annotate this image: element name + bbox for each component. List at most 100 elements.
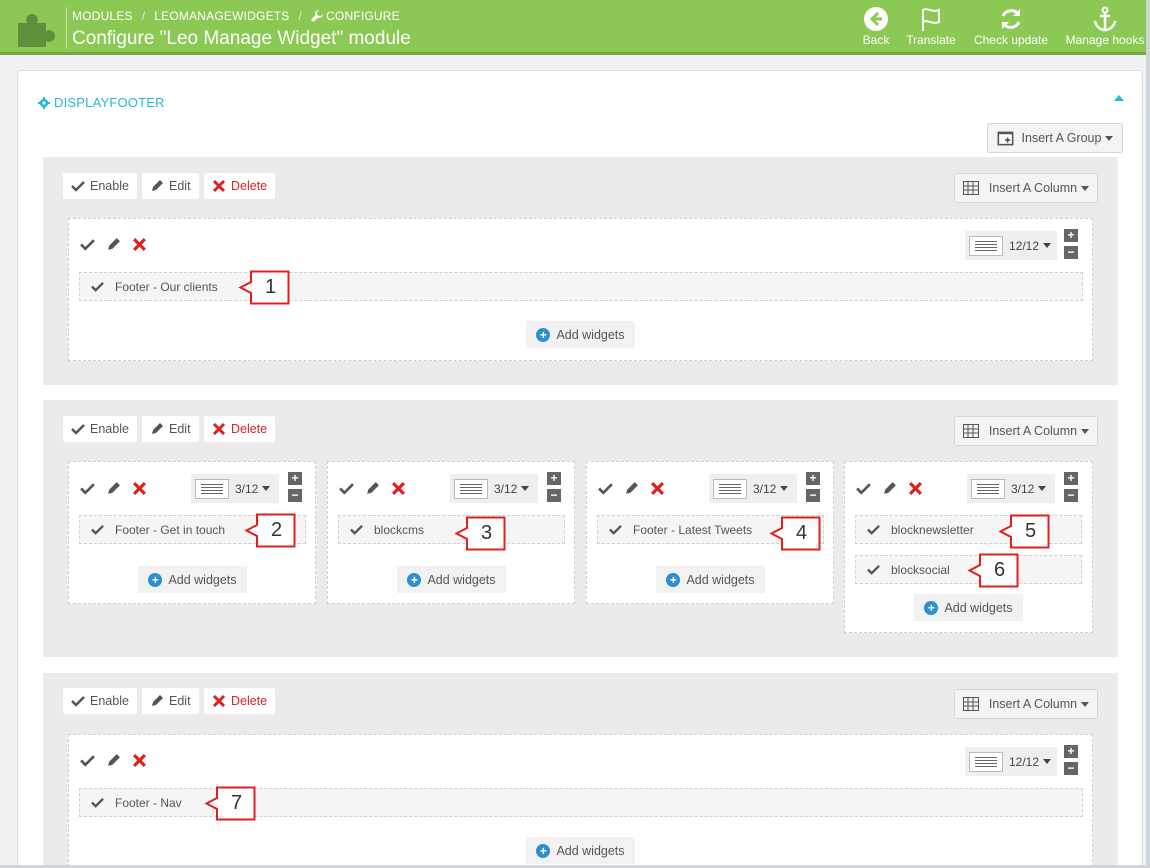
puzzle-logo-icon [18, 14, 55, 47]
check-icon [71, 424, 85, 435]
column-size-selector[interactable]: 3/12 [191, 474, 279, 503]
column-increase-button[interactable]: + [1064, 229, 1078, 242]
column-size-selector[interactable]: 3/12 [967, 474, 1055, 503]
column-decrease-button[interactable]: − [1064, 246, 1078, 259]
column-size-selector[interactable]: 3/12 [450, 474, 538, 503]
check-update-label: Check update [973, 33, 1049, 47]
column-edit-icon[interactable] [365, 481, 380, 496]
group-delete-button[interactable]: Delete [204, 688, 276, 714]
add-widgets-button[interactable]: + Add widgets [526, 321, 635, 348]
column-size-selector[interactable]: 12/12 [965, 231, 1057, 260]
column-width-icon [713, 478, 747, 499]
column-edit-icon[interactable] [106, 753, 121, 768]
widget-name: blockcms [374, 522, 425, 537]
plus-circle-icon: + [666, 572, 681, 587]
column-decrease-button[interactable]: − [288, 489, 302, 502]
column-enable-icon[interactable] [598, 481, 613, 496]
callout-marker: 7 [204, 786, 256, 821]
insert-group-button[interactable]: Insert A Group [987, 123, 1123, 153]
insert-column-label: Insert A Column [988, 697, 1078, 711]
column-width-icon [969, 235, 1003, 256]
column-decrease-button[interactable]: − [547, 489, 561, 502]
column-delete-icon[interactable] [132, 237, 147, 252]
column-delete-icon[interactable] [132, 481, 147, 496]
enable-label: Enable [90, 694, 129, 708]
column-increase-button[interactable]: + [806, 472, 820, 485]
translate-label: Translate [906, 33, 956, 47]
column-size: 3/12 [1011, 481, 1035, 496]
plus-circle-icon: + [148, 572, 163, 587]
column-size: 3/12 [235, 481, 259, 496]
column-increase-button[interactable]: + [1064, 472, 1078, 485]
group-enable-button[interactable]: Enable [63, 416, 137, 442]
column-enable-icon[interactable] [80, 481, 95, 496]
add-widgets-button[interactable]: + Add widgets [914, 594, 1023, 621]
check-icon [71, 696, 85, 707]
refresh-icon [1001, 9, 1021, 29]
group-delete-button[interactable]: Delete [204, 173, 276, 199]
back-button[interactable]: Back [860, 6, 892, 47]
flag-icon [922, 8, 940, 31]
column-edit-icon[interactable] [882, 481, 897, 496]
widget-name: blocknewsletter [891, 522, 974, 537]
add-widgets-button[interactable]: + Add widgets [397, 566, 506, 593]
column-size-selector[interactable]: 3/12 [709, 474, 797, 503]
column-increase-button[interactable]: + [547, 472, 561, 485]
widget-row[interactable]: Footer - Our clients [79, 272, 1083, 301]
collapse-toggle-icon[interactable] [1114, 95, 1124, 101]
column-delete-icon[interactable] [908, 481, 923, 496]
anchor-icon [1093, 6, 1117, 32]
table-icon [962, 697, 979, 711]
column-delete-icon[interactable] [132, 753, 147, 768]
add-widgets-label: Add widgets [944, 600, 1013, 615]
add-widgets-button[interactable]: + Add widgets [526, 837, 635, 864]
pencil-icon [152, 695, 163, 706]
group-edit-button[interactable]: Edit [142, 173, 199, 199]
delete-label: Delete [231, 422, 268, 436]
group-delete-button[interactable]: Delete [204, 416, 276, 442]
column-enable-icon[interactable] [80, 753, 95, 768]
column-enable-icon[interactable] [856, 481, 871, 496]
check-update-button[interactable]: Check update [971, 6, 1051, 47]
check-icon [91, 524, 104, 535]
column-decrease-button[interactable]: − [1064, 762, 1078, 775]
breadcrumb-modules[interactable]: MODULES [72, 9, 133, 23]
column-increase-button[interactable]: + [288, 472, 302, 485]
widget-column: 3/12 + − blockcms + Add widgets [327, 461, 575, 604]
insert-column-button[interactable]: Insert A Column [954, 416, 1098, 446]
column-edit-icon[interactable] [106, 481, 121, 496]
column-edit-icon[interactable] [624, 481, 639, 496]
group-enable-button[interactable]: Enable [63, 173, 137, 199]
manage-hooks-button[interactable]: Manage hooks [1063, 6, 1147, 47]
widget-row[interactable]: blockcms [338, 515, 565, 544]
add-widgets-button[interactable]: + Add widgets [656, 566, 765, 593]
column-delete-icon[interactable] [391, 481, 406, 496]
callout-number: 1 [264, 276, 277, 298]
add-widgets-button[interactable]: + Add widgets [138, 566, 247, 593]
group-enable-button[interactable]: Enable [63, 688, 137, 714]
callout-marker: 4 [769, 516, 821, 551]
insert-column-button[interactable]: Insert A Column [954, 689, 1098, 719]
column-enable-icon[interactable] [80, 237, 95, 252]
column-edit-icon[interactable] [106, 237, 121, 252]
callout-marker: 3 [454, 516, 506, 551]
plus-circle-icon: + [536, 843, 551, 858]
column-increase-button[interactable]: + [1064, 745, 1078, 758]
breadcrumb-module[interactable]: LEOMANAGEWIDGETS [154, 9, 289, 23]
column-decrease-button[interactable]: − [1064, 489, 1078, 502]
callout-number: 5 [1024, 520, 1037, 542]
group-edit-button[interactable]: Edit [142, 416, 199, 442]
column-decrease-button[interactable]: − [806, 489, 820, 502]
hook-name: DISPLAYFOOTER [54, 95, 165, 110]
column-enable-icon[interactable] [339, 481, 354, 496]
group-edit-button[interactable]: Edit [142, 688, 199, 714]
widget-name: Footer - Nav [115, 795, 182, 810]
breadcrumb: MODULES / LEOMANAGEWIDGETS / CONFIGURE [72, 9, 400, 23]
insert-column-button[interactable]: Insert A Column [954, 173, 1098, 203]
column-size-selector[interactable]: 12/12 [965, 747, 1057, 776]
column-delete-icon[interactable] [650, 481, 665, 496]
translate-button[interactable]: Translate [904, 6, 958, 47]
hook-title[interactable]: DISPLAYFOOTER [38, 95, 165, 110]
plus-circle-icon: + [536, 327, 551, 342]
add-widgets-label: Add widgets [556, 327, 625, 342]
